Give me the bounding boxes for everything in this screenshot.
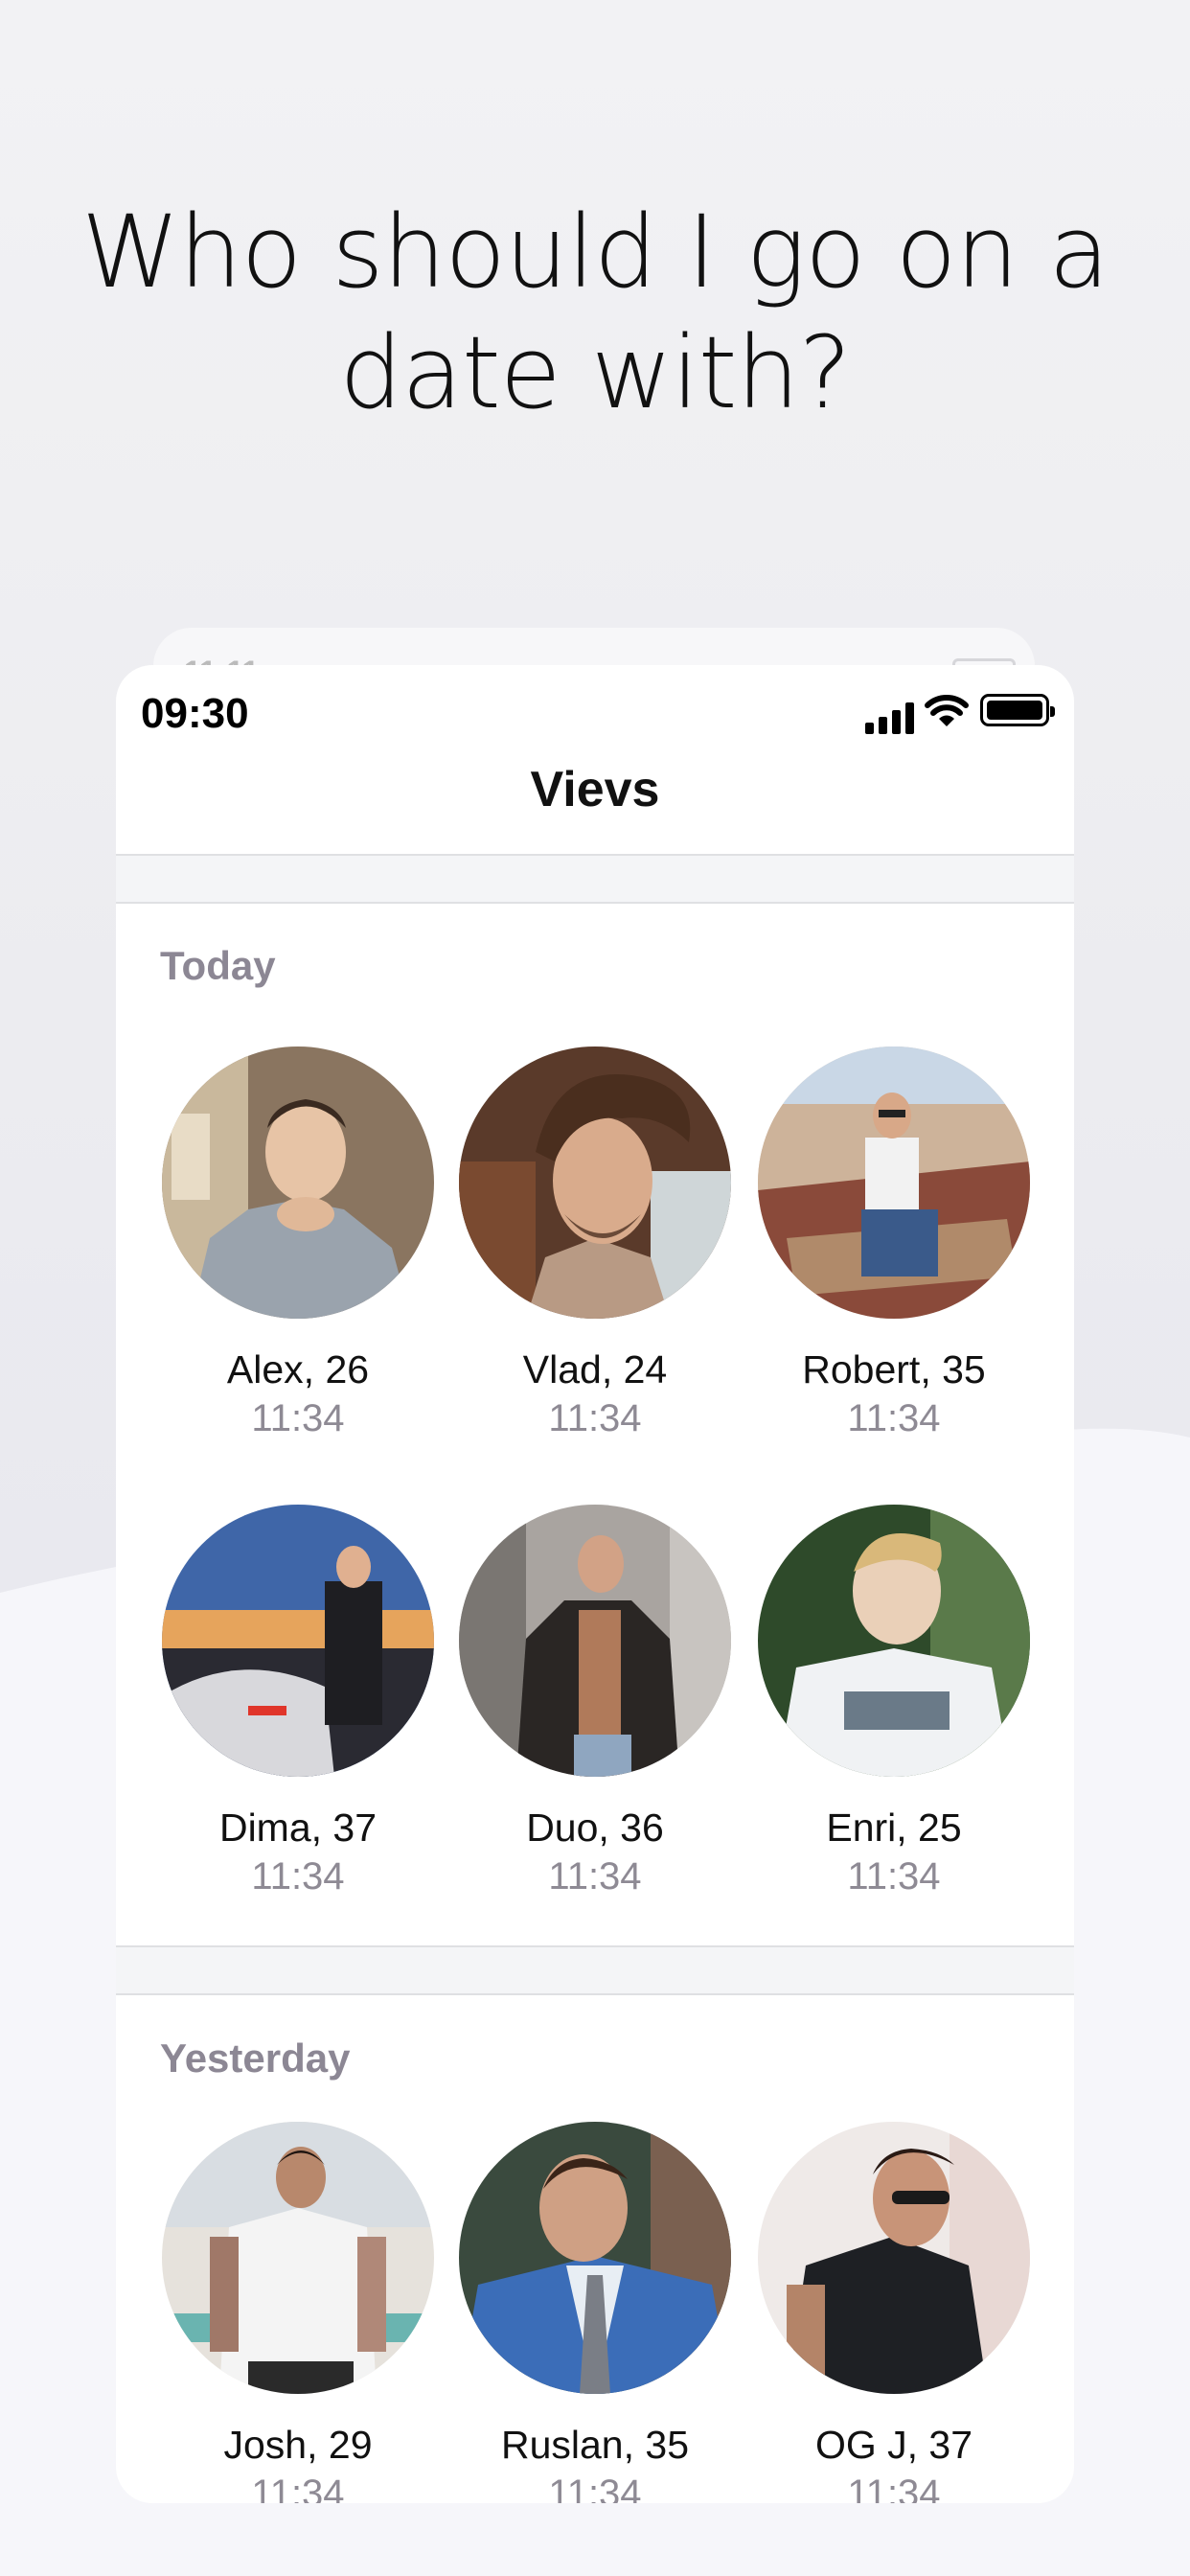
profile-card-robert[interactable]: Robert, 35 11:34	[755, 1046, 1033, 1443]
section-label-today: Today	[160, 943, 276, 988]
section-label-yesterday: Yesterday	[160, 2036, 351, 2081]
profile-card-og-j[interactable]: OG J, 37 11:34	[755, 2122, 1033, 2503]
battery-icon	[980, 694, 1055, 726]
headline-line-1: Who should I go on a	[80, 194, 1110, 310]
profile-name: Duo, 36	[526, 1806, 664, 1850]
profile-name: Enri, 25	[826, 1806, 962, 1850]
profile-name: Dima, 37	[218, 1806, 378, 1850]
avatar	[459, 2122, 731, 2394]
profile-name: Josh, 29	[223, 2423, 373, 2467]
avatar	[758, 1046, 1030, 1319]
profile-card-vlad[interactable]: Vlad, 24 11:34	[456, 1046, 734, 1443]
profile-card-josh[interactable]: Josh, 29 11:34	[159, 2122, 437, 2503]
view-time: 11:34	[548, 2472, 642, 2503]
wifi-icon	[925, 695, 969, 726]
avatar	[162, 2122, 434, 2394]
profile-card-enri[interactable]: Enri, 25 11:34	[755, 1505, 1033, 1901]
section-divider	[116, 1945, 1074, 1995]
avatar	[459, 1046, 731, 1319]
profile-name: Vlad, 24	[522, 1347, 668, 1392]
status-time: 09:30	[141, 690, 249, 737]
avatar	[162, 1046, 434, 1319]
view-time: 11:34	[251, 1855, 345, 1898]
view-time: 11:34	[847, 2472, 941, 2503]
view-time: 11:34	[548, 1397, 642, 1439]
section-divider	[116, 854, 1074, 904]
avatar	[758, 2122, 1030, 2394]
profile-name: Alex, 26	[226, 1347, 370, 1392]
view-time: 11:34	[251, 1397, 345, 1439]
avatar	[758, 1505, 1030, 1777]
view-time: 11:34	[548, 1855, 642, 1898]
status-bar: 09:30	[116, 665, 1074, 761]
phone-screen: 09:30 Vievs Today Alex, 26 11:34 Vlad, 2…	[116, 665, 1074, 2503]
profile-name: Robert, 35	[802, 1347, 986, 1392]
headline: Who should I go on a date with?	[0, 192, 1190, 433]
avatar	[162, 1505, 434, 1777]
view-time: 11:34	[251, 2472, 345, 2503]
profile-card-ruslan[interactable]: Ruslan, 35 11:34	[456, 2122, 734, 2503]
headline-line-2: date with?	[339, 314, 851, 431]
profile-name: Ruslan, 35	[500, 2423, 689, 2467]
view-time: 11:34	[847, 1397, 941, 1439]
page-title: Vievs	[530, 762, 660, 817]
profile-name: OG J, 37	[814, 2423, 973, 2467]
profile-card-dima[interactable]: Dima, 37 11:34	[159, 1505, 437, 1901]
profile-card-alex[interactable]: Alex, 26 11:34	[159, 1046, 437, 1443]
cellular-signal-icon	[865, 702, 915, 734]
profile-card-duo[interactable]: Duo, 36 11:34	[456, 1505, 734, 1901]
view-time: 11:34	[847, 1855, 941, 1898]
avatar	[459, 1505, 731, 1777]
